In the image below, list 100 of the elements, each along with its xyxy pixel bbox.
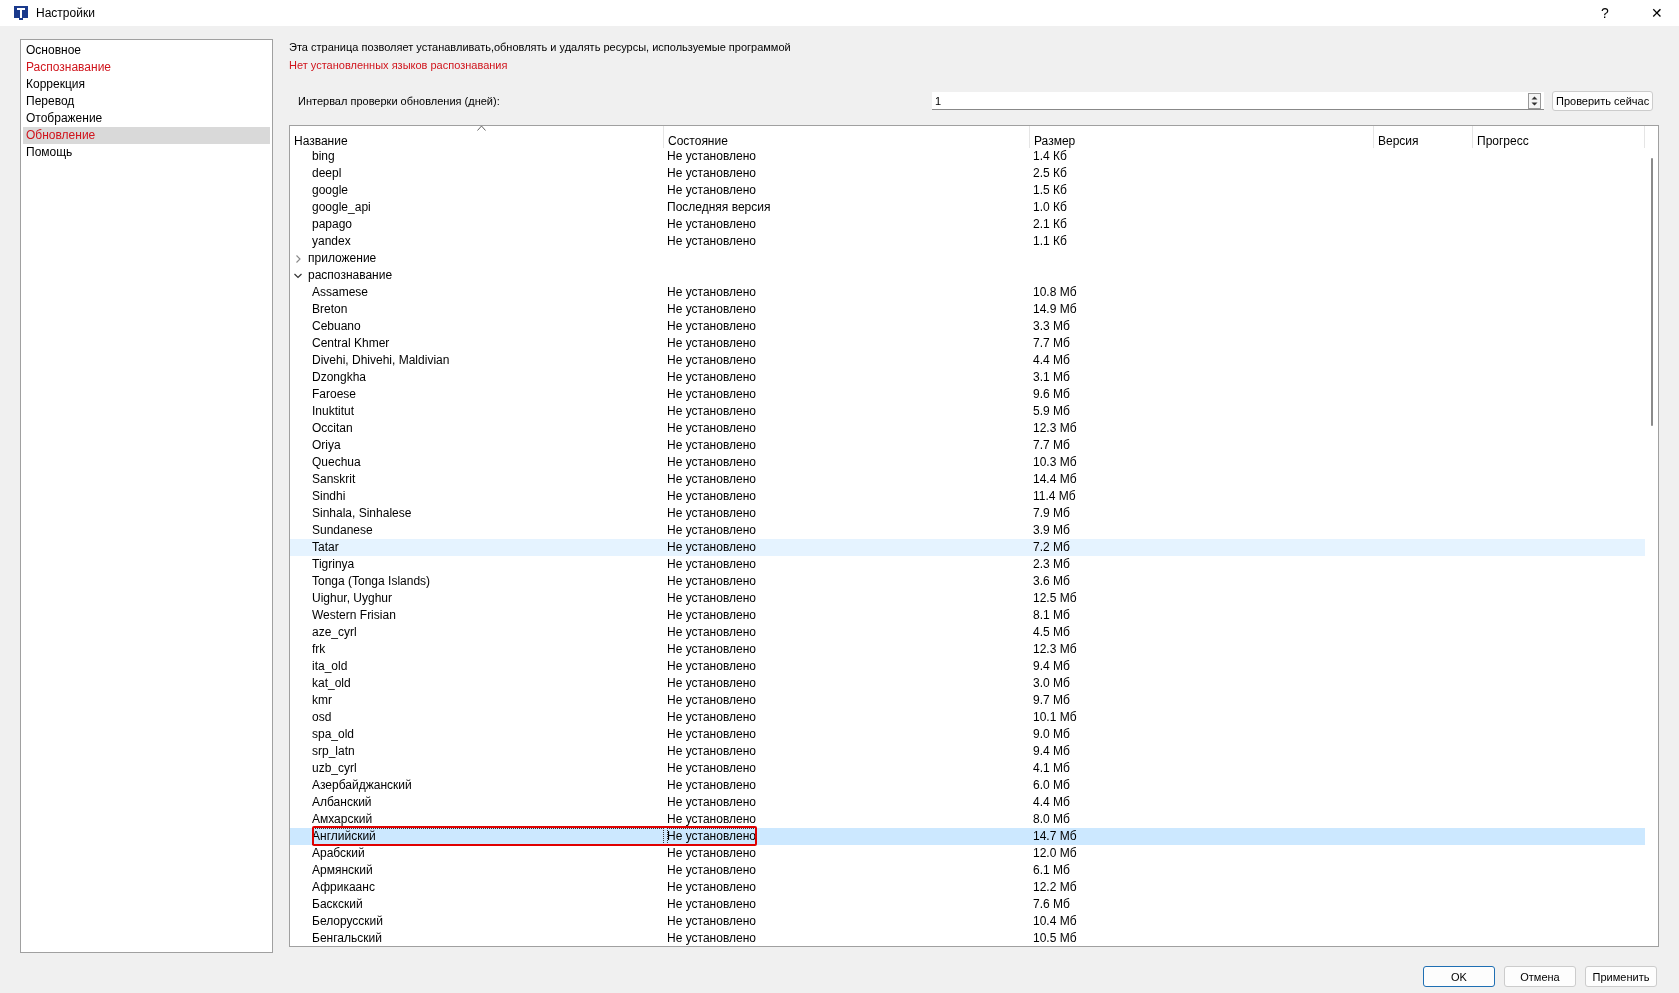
table-row[interactable]: Faroese Не установлено 9.6 Мб bbox=[290, 386, 1645, 403]
table-row[interactable]: Breton Не установлено 14.9 Мб bbox=[290, 301, 1645, 318]
table-cell: Не установлено bbox=[667, 692, 756, 709]
table-cell-text: srp_latn bbox=[312, 743, 356, 760]
table-row[interactable]: Tatar Не установлено 7.2 Мб bbox=[290, 539, 1645, 556]
table-row[interactable]: Quechua Не установлено 10.3 Мб bbox=[290, 454, 1645, 471]
table-cell-text: Арабский bbox=[312, 845, 366, 862]
table-row[interactable]: uzb_cyrl Не установлено 4.1 Мб bbox=[290, 760, 1645, 777]
table-row[interactable]: Sundanese Не установлено 3.9 Мб bbox=[290, 522, 1645, 539]
table-cell-text: Tonga (Tonga Islands) bbox=[312, 573, 432, 590]
table-cell-text: Dzongkha bbox=[312, 369, 368, 386]
table-row[interactable]: kmr Не установлено 9.7 Мб bbox=[290, 692, 1645, 709]
check-now-button[interactable]: Проверить сейчас bbox=[1552, 91, 1654, 111]
interval-label: Интервал проверки обновления (дней): bbox=[297, 95, 501, 107]
dialog-button[interactable]: Отмена bbox=[1504, 966, 1576, 987]
table-cell: Не установлено bbox=[667, 777, 756, 794]
column-header[interactable]: Название bbox=[290, 126, 664, 148]
column-header[interactable]: Состояние bbox=[664, 126, 1030, 148]
table-row[interactable]: Cebuano Не установлено 3.3 Мб bbox=[290, 318, 1645, 335]
sidebar-item[interactable]: Основное bbox=[23, 42, 270, 59]
table-row[interactable]: spa_old Не установлено 9.0 Мб bbox=[290, 726, 1645, 743]
table-row[interactable]: frk Не установлено 12.3 Мб bbox=[290, 641, 1645, 658]
table-row[interactable]: google Не установлено 1.5 Кб bbox=[290, 182, 1645, 199]
table-row[interactable]: Арабский Не установлено 12.0 Мб bbox=[290, 845, 1645, 862]
table-row[interactable]: Tonga (Tonga Islands) Не установлено 3.6 Мб bbox=[290, 573, 1645, 590]
table-cell: Не установлено bbox=[667, 573, 756, 590]
chevron-right-icon[interactable] bbox=[294, 254, 302, 263]
close-button[interactable]: ✕ bbox=[1635, 0, 1679, 26]
table-row[interactable]: Африкаанс Не установлено 12.2 Мб bbox=[290, 879, 1645, 896]
table-row[interactable]: Dzongkha Не установлено 3.1 Мб bbox=[290, 369, 1645, 386]
table-cell: Не установлено bbox=[667, 284, 756, 301]
table-row[interactable]: yandex Не установлено 1.1 Кб bbox=[290, 233, 1645, 250]
table-row[interactable]: Sanskrit Не установлено 14.4 Мб bbox=[290, 471, 1645, 488]
table-cell: 9.6 Мб bbox=[1033, 386, 1070, 403]
table-row[interactable]: Амхарский Не установлено 8.0 Мб bbox=[290, 811, 1645, 828]
sidebar-item[interactable]: Отображение bbox=[23, 110, 270, 127]
table-row[interactable]: Бенгальский Не установлено 10.5 Мб bbox=[290, 930, 1645, 946]
table-row[interactable]: Sindhi Не установлено 11.4 Мб bbox=[290, 488, 1645, 505]
sidebar-item[interactable]: Распознавание bbox=[23, 59, 270, 76]
interval-spinbox[interactable]: 1 bbox=[932, 92, 1544, 110]
table-row[interactable]: aze_cyrl Не установлено 4.5 Мб bbox=[290, 624, 1645, 641]
table-row[interactable]: Английский Не установлено 14.7 Мб bbox=[290, 828, 1645, 845]
table-row[interactable]: Албанский Не установлено 4.4 Мб bbox=[290, 794, 1645, 811]
table-cell: Не установлено bbox=[667, 590, 756, 607]
table-row[interactable]: Белорусский Не установлено 10.4 Мб bbox=[290, 913, 1645, 930]
table-cell: 3.6 Мб bbox=[1033, 573, 1070, 590]
scrollbar-thumb[interactable] bbox=[1650, 158, 1653, 426]
table-row[interactable]: Азербайджанский Не установлено 6.0 Мб bbox=[290, 777, 1645, 794]
table-cell: 3.3 Мб bbox=[1033, 318, 1070, 335]
table-cell: Не установлено bbox=[667, 386, 756, 403]
table-row[interactable]: Баскский Не установлено 7.6 Мб bbox=[290, 896, 1645, 913]
table-cell-text: Азербайджанский bbox=[312, 777, 413, 794]
table-row[interactable]: Inuktitut Не установлено 5.9 Мб bbox=[290, 403, 1645, 420]
table-row[interactable]: srp_latn Не установлено 9.4 Мб bbox=[290, 743, 1645, 760]
table-row[interactable]: Western Frisian Не установлено 8.1 Мб bbox=[290, 607, 1645, 624]
table-cell-text: deepl bbox=[312, 165, 343, 182]
table-cell-text: kat_old bbox=[312, 675, 352, 692]
table-row[interactable]: Армянский Не установлено 6.1 Мб bbox=[290, 862, 1645, 879]
column-header[interactable]: Версия bbox=[1374, 126, 1473, 148]
table-row[interactable]: Sinhala, Sinhalese Не установлено 7.9 Мб bbox=[290, 505, 1645, 522]
help-button[interactable]: ? bbox=[1583, 0, 1627, 26]
table-row[interactable]: Central Khmer Не установлено 7.7 Мб bbox=[290, 335, 1645, 352]
sidebar-item[interactable]: Перевод bbox=[23, 93, 270, 110]
tree-row[interactable]: приложение bbox=[290, 250, 1645, 267]
table-cell: 9.7 Мб bbox=[1033, 692, 1070, 709]
table-row[interactable]: Assamese Не установлено 10.8 Мб bbox=[290, 284, 1645, 301]
chevron-down-icon[interactable] bbox=[294, 271, 302, 280]
table-row[interactable]: osd Не установлено 10.1 Мб bbox=[290, 709, 1645, 726]
table-cell: Не установлено bbox=[667, 658, 756, 675]
table-cell-text: Белорусский bbox=[312, 913, 385, 930]
sidebar-item[interactable]: Обновление bbox=[23, 127, 270, 144]
table-row[interactable]: papago Не установлено 2.1 Кб bbox=[290, 216, 1645, 233]
dialog-button[interactable]: OK bbox=[1423, 966, 1495, 987]
table-cell: 12.5 Мб bbox=[1033, 590, 1077, 607]
table-cell: 8.1 Мб bbox=[1033, 607, 1070, 624]
table-row[interactable]: google_api Последняя версия 1.0 Кб bbox=[290, 199, 1645, 216]
table-cell: 10.1 Мб bbox=[1033, 709, 1077, 726]
table-row[interactable]: Uighur, Uyghur Не установлено 12.5 Мб bbox=[290, 590, 1645, 607]
table-cell: 7.7 Мб bbox=[1033, 437, 1070, 454]
sidebar-item[interactable]: Помощь bbox=[23, 144, 270, 161]
table-row[interactable]: deepl Не установлено 2.5 Кб bbox=[290, 165, 1645, 182]
table-cell: Не установлено bbox=[667, 488, 756, 505]
spin-arrows-icon[interactable] bbox=[1528, 93, 1541, 109]
table-cell: 4.1 Мб bbox=[1033, 760, 1070, 777]
table-row[interactable]: Oriya Не установлено 7.7 Мб bbox=[290, 437, 1645, 454]
table-row[interactable]: Occitan Не установлено 12.3 Мб bbox=[290, 420, 1645, 437]
table-cell: 7.2 Мб bbox=[1033, 539, 1070, 556]
table-row[interactable]: kat_old Не установлено 3.0 Мб bbox=[290, 675, 1645, 692]
table-row[interactable]: bing Не установлено 1.4 Кб bbox=[290, 148, 1645, 165]
column-header[interactable]: Размер bbox=[1030, 126, 1374, 148]
table-cell: 1.4 Кб bbox=[1033, 148, 1067, 165]
table-cell: Не установлено bbox=[667, 726, 756, 743]
tree-row[interactable]: распознавание bbox=[290, 267, 1645, 284]
table-cell: Не установлено bbox=[667, 522, 756, 539]
table-row[interactable]: Tigrinya Не установлено 2.3 Мб bbox=[290, 556, 1645, 573]
table-cell: Не установлено bbox=[667, 743, 756, 760]
table-row[interactable]: Divehi, Dhivehi, Maldivian Не установлено 4.4 Мб bbox=[290, 352, 1645, 369]
sidebar-item[interactable]: Коррекция bbox=[23, 76, 270, 93]
table-row[interactable]: ita_old Не установлено 9.4 Мб bbox=[290, 658, 1645, 675]
dialog-button[interactable]: Применить bbox=[1585, 966, 1657, 987]
